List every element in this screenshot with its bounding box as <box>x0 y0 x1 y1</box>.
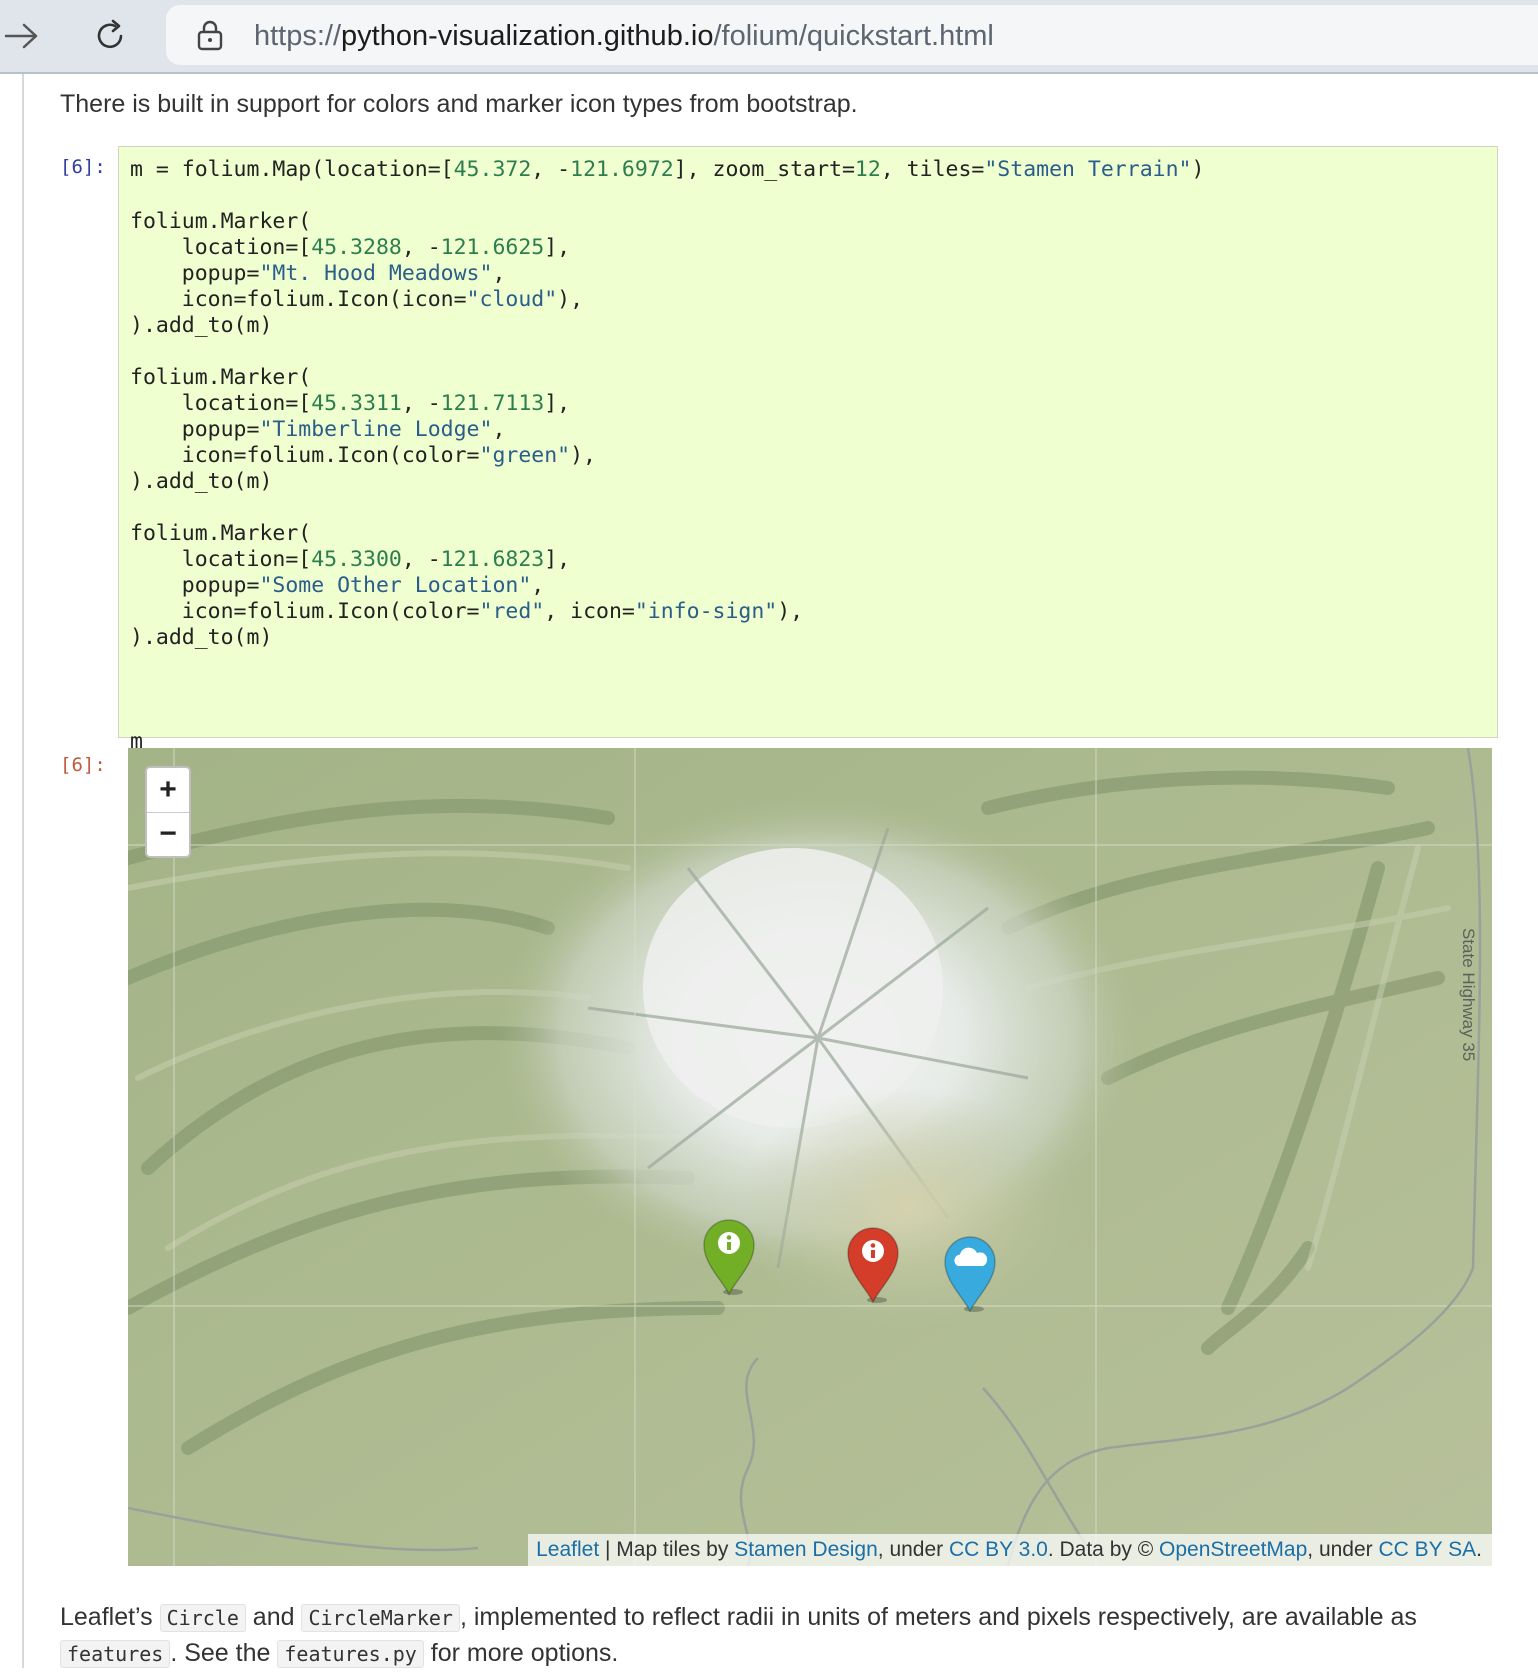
code-token: ], <box>544 391 571 416</box>
zoom-in-button[interactable]: + <box>147 768 189 813</box>
browser-toolbar: https://python-visualization.github.io/f… <box>0 0 1538 74</box>
code-token: 45.372 <box>453 157 532 182</box>
forward-arrow-icon[interactable] <box>0 14 44 58</box>
code-token: ).add_to(m) <box>130 313 273 338</box>
info-sign-icon <box>718 1232 740 1254</box>
leaflet-map[interactable]: State Highway 35 + − Leaflet | Map tiles… <box>128 748 1492 1566</box>
code-token: icon=folium.Icon(icon= <box>130 287 467 312</box>
code-token: "green" <box>479 443 571 468</box>
code-token: popup= <box>130 417 260 442</box>
code-token: "Stamen Terrain" <box>984 157 1192 182</box>
code-token: 121.7113 <box>440 391 545 416</box>
paragraph: Leaflet’s Circle and CircleMarker, imple… <box>60 1600 1500 1672</box>
code-token: , icon= <box>544 599 635 624</box>
code-token: ), <box>777 599 804 624</box>
code-token: location=[ <box>130 235 312 260</box>
code-token: , tiles= <box>880 157 985 182</box>
code-token: 121.6625 <box>440 235 545 260</box>
mt-hood-meadows-marker[interactable] <box>941 1235 999 1313</box>
attribution-text: , under <box>877 1538 949 1561</box>
code-token: ), <box>557 287 584 312</box>
code-token: icon=folium.Icon(color= <box>130 443 480 468</box>
code-token: , <box>492 417 506 442</box>
inline-code: features <box>60 1640 171 1668</box>
code-token: , - <box>401 547 441 572</box>
code-token: "Mt. Hood Meadows" <box>259 261 493 286</box>
code-token: popup= <box>130 261 260 286</box>
stamen-design-link[interactable]: Stamen Design <box>734 1538 878 1561</box>
code-token: 12 <box>854 157 881 182</box>
inline-code: Circle <box>159 1604 246 1632</box>
code-token: 45.3311 <box>311 391 402 416</box>
code-token: "red" <box>479 599 545 624</box>
code-token: ) <box>1191 157 1205 182</box>
paragraph-text: for more options. <box>423 1639 619 1667</box>
code-token: ), <box>570 443 596 468</box>
intro-text: There is built in support for colors and… <box>60 90 858 118</box>
cc-by-link[interactable]: CC BY 3.0 <box>949 1538 1048 1561</box>
code-token: , <box>531 573 545 598</box>
info-sign-icon <box>862 1240 884 1262</box>
code-token: ).add_to(m) <box>130 469 273 494</box>
code-token: 45.3288 <box>311 235 402 260</box>
code-token: , - <box>401 391 441 416</box>
code-token: ).add_to(m) <box>130 625 273 650</box>
paragraph-text: Leaflet’s <box>60 1603 160 1631</box>
zoom-out-button[interactable]: − <box>147 812 189 856</box>
page-left-border <box>22 74 24 1668</box>
code-token: folium.Marker( <box>130 521 312 546</box>
code-token: , <box>492 261 506 286</box>
lock-icon <box>196 19 224 56</box>
paragraph-text: and <box>245 1603 302 1631</box>
url-text: https://python-visualization.github.io/f… <box>254 20 994 52</box>
some-other-location-marker[interactable] <box>844 1226 902 1304</box>
code-token: folium.Marker( <box>130 365 312 390</box>
code-token: popup= <box>130 573 260 598</box>
leaflet-link[interactable]: Leaflet <box>536 1538 599 1561</box>
code-token: location=[ <box>130 391 312 416</box>
zoom-control: + − <box>145 766 191 858</box>
code-block: m = folium.Map(location=[45.372, -121.69… <box>130 157 1204 755</box>
inline-code: CircleMarker <box>301 1604 460 1632</box>
inline-code: features.py <box>277 1640 424 1668</box>
paragraph-text: , implemented to reflect radii in units … <box>459 1603 1417 1631</box>
code-token: ], <box>544 547 571 572</box>
code-token: , - <box>531 157 571 182</box>
code-token: , - <box>401 235 441 260</box>
code-token: location=[ <box>130 547 312 572</box>
timberline-lodge-marker[interactable] <box>700 1218 758 1296</box>
code-token: icon=folium.Icon(color= <box>130 599 480 624</box>
code-token: ], zoom_start= <box>673 157 855 182</box>
output-prompt: [6]: <box>60 754 106 776</box>
code-token: "Some Other Location" <box>259 573 532 598</box>
attribution-text: . Data by © <box>1047 1538 1160 1561</box>
code-token: 45.3300 <box>311 547 402 572</box>
cc-by-sa-link[interactable]: CC BY SA <box>1379 1538 1477 1561</box>
code-token: m = folium.Map(location=[ <box>130 157 454 182</box>
code-token: "Timberline Lodge" <box>259 417 493 442</box>
address-bar[interactable]: https://python-visualization.github.io/f… <box>166 5 1538 65</box>
paragraph-text: . See the <box>170 1639 278 1667</box>
openstreetmap-link[interactable]: OpenStreetMap <box>1159 1538 1307 1561</box>
code-token: ], <box>544 235 571 260</box>
road-label: State Highway 35 <box>1459 928 1478 1061</box>
terrain-tiles: State Highway 35 <box>128 748 1492 1566</box>
reload-icon[interactable] <box>88 14 132 58</box>
code-token: "info-sign" <box>634 599 778 624</box>
input-prompt: [6]: <box>60 156 106 178</box>
attribution-text: . <box>1476 1538 1482 1561</box>
code-token: 121.6972 <box>570 157 674 182</box>
code-token: "cloud" <box>466 287 558 312</box>
code-cell[interactable]: m = folium.Map(location=[45.372, -121.69… <box>118 146 1498 754</box>
map-attribution: Leaflet | Map tiles by Stamen Design, un… <box>528 1534 1492 1566</box>
attribution-text: | Map tiles by <box>599 1538 735 1561</box>
attribution-text: , under <box>1307 1538 1379 1561</box>
code-token: folium.Marker( <box>130 209 312 234</box>
code-token: 121.6823 <box>440 547 545 572</box>
